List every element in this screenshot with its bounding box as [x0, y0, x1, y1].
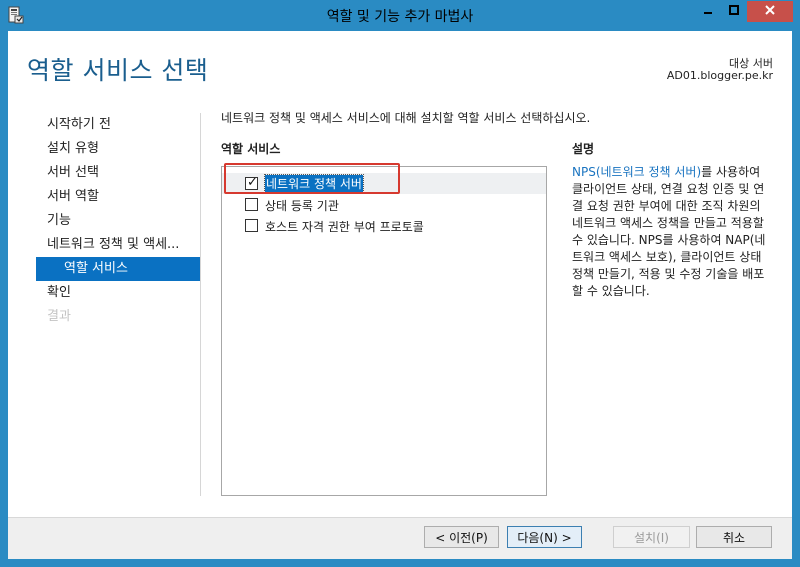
target-server-value: AD01.blogger.pe.kr [666, 69, 773, 82]
nav-item-before-you-begin[interactable]: 시작하기 전 [36, 113, 200, 137]
hcap-checkbox[interactable] [245, 219, 258, 232]
highlight-annotation-box [224, 163, 400, 194]
nav-item-installation-type[interactable]: 설치 유형 [36, 137, 200, 161]
role-services-list[interactable]: ✓ 네트워크 정책 서버 상태 등록 기관 호스트 자격 권한 부여 프로토콜 [221, 166, 547, 496]
role-service-label: 호스트 자격 권한 부여 프로토콜 [265, 220, 424, 234]
install-button: 설치(I) [613, 526, 690, 548]
description-heading: 설명 [572, 142, 595, 156]
role-services-heading: 역할 서비스 [221, 142, 281, 156]
description-text: NPS(네트워크 정책 서버)를 사용하여 클라이언트 상태, 연결 요청 인증… [572, 164, 772, 300]
nav-divider [200, 113, 201, 496]
wizard-header: 역할 서비스 선택 대상 서버 AD01.blogger.pe.kr [8, 31, 792, 103]
cancel-button[interactable]: 취소 [696, 526, 772, 548]
wizard-footer: < 이전(P) 다음(N) > 설치(I) 취소 [8, 517, 792, 559]
role-service-label: 상태 등록 기관 [265, 199, 339, 213]
maximize-icon [728, 4, 740, 19]
nps-link[interactable]: NPS(네트워크 정책 서버) [572, 165, 701, 179]
maximize-button[interactable] [721, 1, 747, 22]
description-body: 를 사용하여 클라이언트 상태, 연결 요청 인증 및 연결 요청 권한 부여에… [572, 165, 766, 298]
role-service-row-hra[interactable]: 상태 등록 기관 [222, 194, 546, 215]
close-button[interactable] [747, 1, 793, 22]
hra-checkbox[interactable] [245, 198, 258, 211]
page-title: 역할 서비스 선택 [27, 56, 209, 85]
nav-item-role-services[interactable]: 역할 서비스 [36, 257, 200, 281]
minimize-button[interactable] [695, 1, 721, 22]
role-service-row-hcap[interactable]: 호스트 자격 권한 부여 프로토콜 [222, 215, 546, 236]
close-icon [764, 4, 776, 19]
minimize-icon [702, 4, 714, 19]
wizard-client-area: 역할 서비스 선택 대상 서버 AD01.blogger.pe.kr 시작하기 … [8, 31, 792, 559]
nav-item-features[interactable]: 기능 [36, 209, 200, 233]
nav-item-server-selection[interactable]: 서버 선택 [36, 161, 200, 185]
nav-item-server-roles[interactable]: 서버 역할 [36, 185, 200, 209]
next-button[interactable]: 다음(N) > [507, 526, 582, 548]
window-title: 역할 및 기능 추가 마법사 [326, 9, 474, 25]
previous-button[interactable]: < 이전(P) [424, 526, 499, 548]
title-bar[interactable]: 역할 및 기능 추가 마법사 [0, 0, 800, 31]
wizard-step-nav: 시작하기 전 설치 유형 서버 선택 서버 역할 기능 네트워크 정책 및 액세… [36, 113, 200, 329]
nav-item-npas[interactable]: 네트워크 정책 및 액세... [36, 233, 200, 257]
nav-item-results: 결과 [47, 309, 71, 324]
nav-item-confirmation[interactable]: 확인 [36, 281, 200, 305]
wizard-window: 역할 및 기능 추가 마법사 역할 서비스 선택 대상 서버 AD01.blog… [0, 0, 800, 567]
instruction-text: 네트워크 정책 및 액세스 서비스에 대해 설치할 역할 서비스 선택하십시오. [221, 111, 591, 125]
